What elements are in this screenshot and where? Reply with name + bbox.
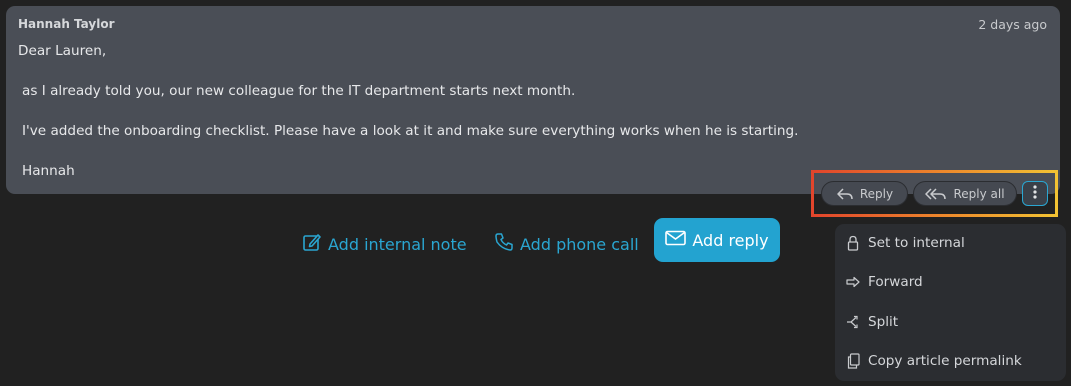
- article-timestamp: 2 days ago: [978, 17, 1047, 32]
- article-author: Hannah Taylor: [18, 17, 115, 31]
- article-body-line-2: I've added the onboarding checklist. Ple…: [22, 123, 799, 139]
- edit-note-icon: [302, 232, 322, 256]
- menu-item-label: Copy article permalink: [868, 353, 1022, 369]
- reply-all-button[interactable]: Reply all: [913, 181, 1017, 206]
- article-more-button[interactable]: [1022, 181, 1048, 206]
- add-internal-note-label: Add internal note: [328, 234, 467, 254]
- article-body-line-1: as I already told you, our new colleague…: [22, 83, 576, 99]
- reply-button-label: Reply: [859, 186, 894, 201]
- ticket-article-view: Hannah Taylor 2 days ago Dear Lauren, as…: [0, 0, 1071, 386]
- split-icon: [845, 314, 861, 330]
- add-reply-label: Add reply: [692, 230, 769, 250]
- phone-icon: [494, 232, 514, 256]
- menu-item-split[interactable]: Split: [835, 307, 1066, 337]
- add-internal-note-button[interactable]: Add internal note: [302, 226, 467, 262]
- forward-arrow-icon: [845, 274, 861, 290]
- lock-icon: [845, 235, 861, 251]
- reply-all-icon: [925, 187, 947, 201]
- copy-icon: [845, 353, 861, 369]
- article-bubble: Hannah Taylor 2 days ago Dear Lauren, as…: [6, 6, 1060, 194]
- article-body-signature: Hannah: [22, 163, 75, 179]
- menu-item-forward[interactable]: Forward: [835, 267, 1066, 297]
- menu-item-copy-permalink[interactable]: Copy article permalink: [835, 346, 1066, 376]
- menu-item-label: Forward: [868, 274, 923, 290]
- menu-item-set-to-internal[interactable]: Set to internal: [835, 228, 1066, 258]
- vertical-dots-icon: [1033, 184, 1037, 203]
- article-body-greeting: Dear Lauren,: [18, 43, 107, 59]
- reply-all-button-label: Reply all: [953, 186, 1005, 201]
- article-actions-menu: Set to internal Forward Split Copy artic…: [835, 224, 1066, 381]
- add-reply-button[interactable]: Add reply: [654, 218, 780, 262]
- envelope-icon: [665, 230, 687, 250]
- reply-icon: [836, 187, 854, 201]
- reply-button[interactable]: Reply: [821, 181, 908, 206]
- add-phone-call-button[interactable]: Add phone call: [494, 226, 639, 262]
- add-phone-call-label: Add phone call: [520, 234, 639, 254]
- menu-item-label: Split: [868, 314, 899, 330]
- menu-item-label: Set to internal: [868, 235, 965, 251]
